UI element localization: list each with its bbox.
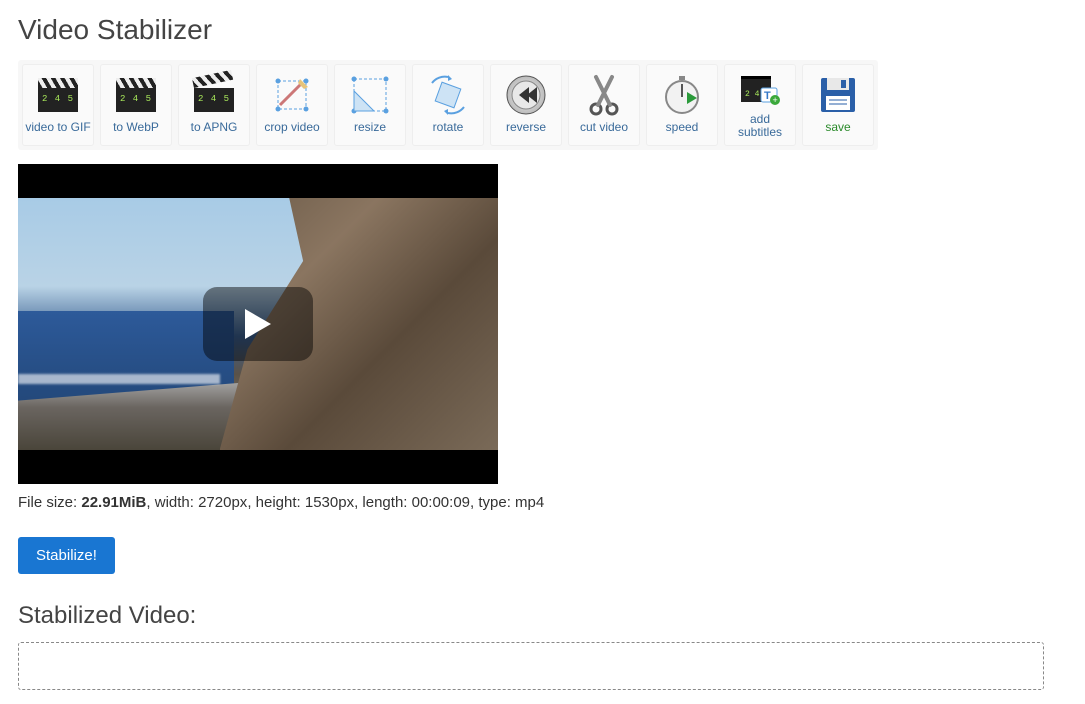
play-icon [243,307,273,341]
tool-reverse[interactable]: reverse [490,64,562,146]
tool-speed[interactable]: speed [646,64,718,146]
tool-label: video to GIF [25,121,90,134]
tool-add-subtitles[interactable]: 2 4 5 T + add subtitles [724,64,796,146]
tool-rotate[interactable]: rotate [412,64,484,146]
file-size-value: 22.91MiB [81,494,146,511]
video-preview [18,164,498,484]
tool-to-webp[interactable]: 2 4 5 to WebP [100,64,172,146]
clapper-icon: 2 4 5 [114,73,158,117]
scissors-icon [582,73,626,117]
tool-cut-video[interactable]: cut video [568,64,640,146]
tool-label: resize [354,121,386,134]
tool-label: cut video [580,121,628,134]
file-info: File size: 22.91MiB, width: 2720px, heig… [18,494,1067,511]
save-icon [816,73,860,117]
resize-icon [348,73,392,117]
tool-resize[interactable]: resize [334,64,406,146]
tool-save[interactable]: save [802,64,874,146]
page-title: Video Stabilizer [18,14,1067,46]
tool-crop-video[interactable]: crop video [256,64,328,146]
crop-icon [270,73,314,117]
file-size-label: File size: [18,494,81,511]
toolbar: 2 4 5 video to GIF 2 4 5 to WebP 2 4 5 t… [18,60,878,150]
tool-label: speed [666,121,699,134]
tool-label: rotate [433,121,464,134]
clapper-icon: 2 4 5 [36,73,80,117]
subtitles-icon: 2 4 5 T + [738,69,782,109]
stopwatch-icon [660,73,704,117]
stabilized-section-heading: Stabilized Video: [18,602,1067,630]
file-height: , height: 1530px [247,494,354,511]
tool-to-apng[interactable]: 2 4 5 to APNG [178,64,250,146]
tool-video-to-gif[interactable]: 2 4 5 video to GIF [22,64,94,146]
rotate-icon [426,73,470,117]
clapper-open-icon: 2 4 5 [192,73,236,117]
file-length: , length: 00:00:09 [354,494,470,511]
tool-label: to WebP [113,121,159,134]
svg-text:T: T [764,90,771,102]
file-width: , width: 2720px [146,494,247,511]
svg-text:+: + [773,95,778,105]
reverse-icon [504,73,548,117]
tool-label: to APNG [191,121,238,134]
play-button[interactable] [203,287,313,361]
tool-label: save [825,121,850,134]
tool-label: add subtitles [727,113,793,139]
tool-label: crop video [264,121,319,134]
stabilize-button[interactable]: Stabilize! [18,537,115,574]
stabilized-output-dropzone[interactable] [18,642,1044,690]
file-type: , type: mp4 [470,494,544,511]
tool-label: reverse [506,121,546,134]
